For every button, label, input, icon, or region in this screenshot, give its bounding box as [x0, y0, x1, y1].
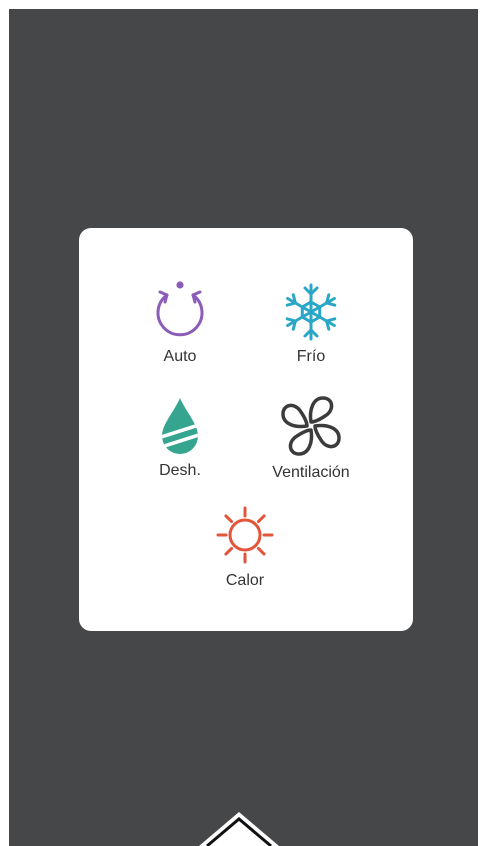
expand-up-tab-icon[interactable] — [199, 812, 279, 846]
mode-label-calor: Calor — [225, 572, 265, 589]
app-screen: Auto Frío Desh. Ventilación Calor — [9, 9, 478, 846]
mode-label-frio: Frío — [296, 348, 326, 365]
sun-icon — [216, 506, 274, 564]
mode-option-ventilacion[interactable]: Ventilación — [257, 394, 365, 482]
mode-label-ventilacion: Ventilación — [272, 464, 350, 481]
snowflake-icon — [285, 283, 337, 341]
mode-option-frio[interactable]: Frío — [267, 280, 355, 366]
auto-cycle-icon — [156, 281, 204, 337]
water-drop-icon — [162, 398, 198, 454]
mode-option-auto[interactable]: Auto — [136, 280, 224, 366]
mode-option-desh[interactable]: Desh. — [136, 394, 224, 480]
mode-selector-popup: Auto Frío Desh. Ventilación Calor — [79, 228, 413, 631]
mode-label-auto: Auto — [163, 348, 197, 365]
fan-icon — [281, 396, 341, 456]
mode-label-desh: Desh. — [159, 462, 201, 479]
mode-option-calor[interactable]: Calor — [201, 504, 289, 590]
